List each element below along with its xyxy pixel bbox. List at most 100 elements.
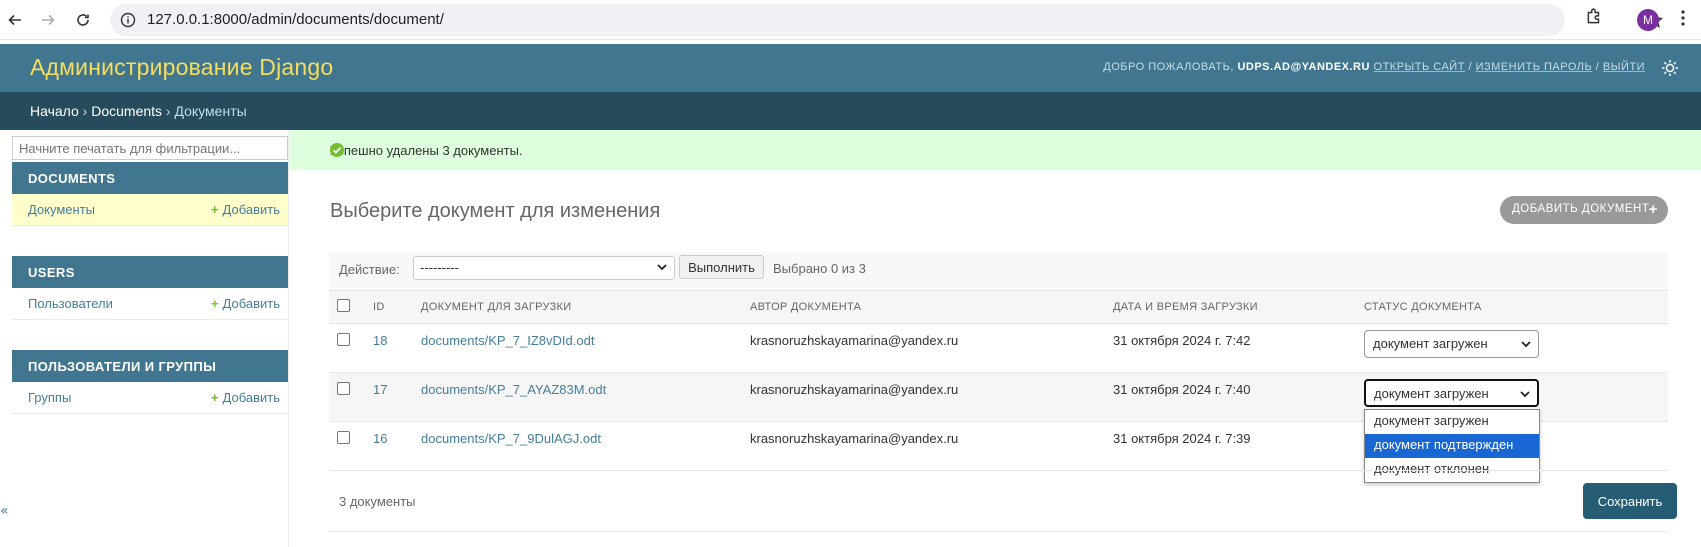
breadcrumb: Начало › Documents › Документы (0, 92, 1701, 130)
select-all-checkbox[interactable] (337, 299, 350, 312)
model-link[interactable]: Пользователи (28, 296, 113, 311)
site-info-icon[interactable] (120, 12, 136, 32)
sidebar-collapse-toggle[interactable]: « (0, 503, 9, 519)
file-cell: documents/KP_7_9DulAGJ.odt (413, 421, 742, 471)
result-count: 3 документы (339, 494, 416, 509)
row-select-cell (329, 421, 365, 471)
add-label: Добавить (222, 390, 280, 405)
model-link[interactable]: Группы (28, 390, 71, 405)
success-check-icon (330, 143, 344, 161)
username: udps.ad@yandex.ru (1237, 61, 1370, 73)
app-users: USERS Пользователи + Добавить (12, 256, 288, 320)
breadcrumb-current: Документы (174, 103, 247, 119)
status-option[interactable]: документ загружен (1365, 410, 1539, 434)
app-caption[interactable]: ПОЛЬЗОВАТЕЛИ И ГРУППЫ (12, 350, 288, 382)
add-document-button[interactable]: Добавить документ + (1500, 196, 1668, 224)
profile-avatar[interactable]: M (1637, 9, 1659, 31)
status-cell: документ загружен (1356, 323, 1668, 373)
reload-icon[interactable] (70, 7, 96, 33)
actions-bar: Действие: --------- Выполнить Выбрано 0 … (329, 252, 1668, 290)
status-option-highlighted[interactable]: документ подтвержден (1365, 434, 1539, 458)
app-caption[interactable]: USERS (12, 256, 288, 288)
table-row: 18 documents/KP_7_IZ8vDId.odt krasnoruzh… (329, 323, 1668, 373)
status-select[interactable]: документ загружен (1364, 330, 1539, 358)
action-selected-value: --------- (420, 260, 459, 275)
breadcrumb-home[interactable]: Начало (30, 103, 79, 119)
save-button[interactable]: Сохранить (1583, 483, 1677, 519)
add-button-label: Добавить документ (1512, 203, 1650, 215)
column-header[interactable]: Автор документа (742, 290, 1105, 324)
sidebar-item-documents: Документы + Добавить (12, 194, 288, 226)
view-site-link[interactable]: Открыть сайт (1374, 61, 1465, 73)
add-link[interactable]: + Добавить (211, 390, 280, 405)
app-auth: ПОЛЬЗОВАТЕЛИ И ГРУППЫ Группы + Добавить (12, 350, 288, 414)
nav-sidebar: DOCUMENTS Документы +Добавить USERS Поль… (0, 130, 289, 547)
plus-icon: + (1648, 201, 1658, 218)
user-tools: Добро пожаловать, udps.ad@yandex.ru Откр… (1103, 61, 1645, 73)
file-link[interactable]: documents/KP_7_AYAZ83M.odt (421, 382, 606, 397)
column-header[interactable]: Документ для загрузки (413, 290, 742, 324)
sidebar-filter-input[interactable] (12, 136, 288, 160)
theme-toggle-icon[interactable] (1661, 59, 1679, 81)
app-caption[interactable]: DOCUMENTS (12, 162, 288, 194)
row-select-cell (329, 372, 365, 422)
status-select-open[interactable]: документ загружен (1364, 379, 1539, 407)
author-cell: krasnoruzhskayamarina@yandex.ru (742, 372, 1105, 422)
plus-icon: + (210, 202, 219, 217)
address-bar[interactable]: 127.0.0.1:8000/admin/documents/document/ (110, 4, 1664, 36)
breadcrumb-app[interactable]: Documents (91, 103, 162, 119)
welcome-text: Добро пожаловать, (1103, 61, 1234, 73)
row-checkbox[interactable] (337, 333, 350, 346)
id-cell: 17 (365, 372, 413, 422)
row-select-cell (329, 323, 365, 373)
success-message: Успешно удалены 3 документы. (290, 130, 1701, 170)
logout-link[interactable]: Выйти (1603, 61, 1645, 73)
file-link[interactable]: documents/KP_7_IZ8vDId.odt (421, 333, 594, 348)
author-cell: krasnoruzhskayamarina@yandex.ru (742, 323, 1105, 373)
model-link[interactable]: Документы (28, 202, 95, 217)
author-cell: krasnoruzhskayamarina@yandex.ru (742, 421, 1105, 471)
plus-icon: + (210, 390, 219, 405)
row-checkbox[interactable] (337, 431, 350, 444)
browser-menu-icon[interactable] (1680, 9, 1686, 31)
browser-toolbar: 127.0.0.1:8000/admin/documents/document/… (0, 0, 1701, 40)
status-value: документ загружен (1374, 386, 1489, 401)
paginator: 3 документы (329, 470, 1668, 532)
change-password-link[interactable]: Изменить пароль (1476, 61, 1593, 73)
row-checkbox[interactable] (337, 382, 350, 395)
extensions-icon[interactable] (1585, 8, 1603, 30)
add-label: Добавить (222, 202, 280, 217)
message-text: Успешно удалены 3 документы. (330, 142, 523, 158)
id-link[interactable]: 18 (373, 333, 387, 348)
url-text[interactable]: 127.0.0.1:8000/admin/documents/document/ (147, 11, 444, 28)
sidebar-item-groups: Группы + Добавить (12, 382, 288, 414)
column-header[interactable]: Статус документа (1356, 290, 1668, 324)
id-link[interactable]: 16 (373, 431, 387, 446)
file-link[interactable]: documents/KP_7_9DulAGJ.odt (421, 431, 601, 446)
column-header[interactable]: ID (365, 290, 413, 324)
add-label: Добавить (222, 296, 280, 311)
id-link[interactable]: 17 (373, 382, 387, 397)
date-cell: 31 октября 2024 г. 7:40 (1105, 372, 1356, 422)
chevron-down-icon (1519, 388, 1531, 403)
date-cell: 31 октября 2024 г. 7:42 (1105, 323, 1356, 373)
chevron-down-icon (1520, 338, 1532, 353)
plus-icon: + (210, 296, 219, 311)
status-value: документ загружен (1373, 336, 1488, 351)
id-cell: 16 (365, 421, 413, 471)
forward-icon[interactable] (35, 7, 61, 33)
run-action-button[interactable]: Выполнить (679, 255, 764, 279)
add-link[interactable]: + Добавить (211, 202, 280, 217)
sidebar-item-users: Пользователи + Добавить (12, 288, 288, 320)
app-documents: DOCUMENTS Документы + Добавить (12, 162, 288, 226)
site-brand[interactable]: Администрирование Django (30, 54, 333, 81)
id-cell: 18 (365, 323, 413, 373)
back-icon[interactable] (2, 7, 28, 33)
add-link[interactable]: + Добавить (211, 296, 280, 311)
chevron-down-icon (656, 261, 668, 276)
action-select[interactable]: --------- (413, 256, 675, 280)
selection-counter: Выбрано 0 из 3 (773, 261, 866, 276)
column-header[interactable]: Дата и время загрузки (1105, 290, 1356, 324)
date-cell: 31 октября 2024 г. 7:39 (1105, 421, 1356, 471)
file-cell: documents/KP_7_AYAZ83M.odt (413, 372, 742, 422)
